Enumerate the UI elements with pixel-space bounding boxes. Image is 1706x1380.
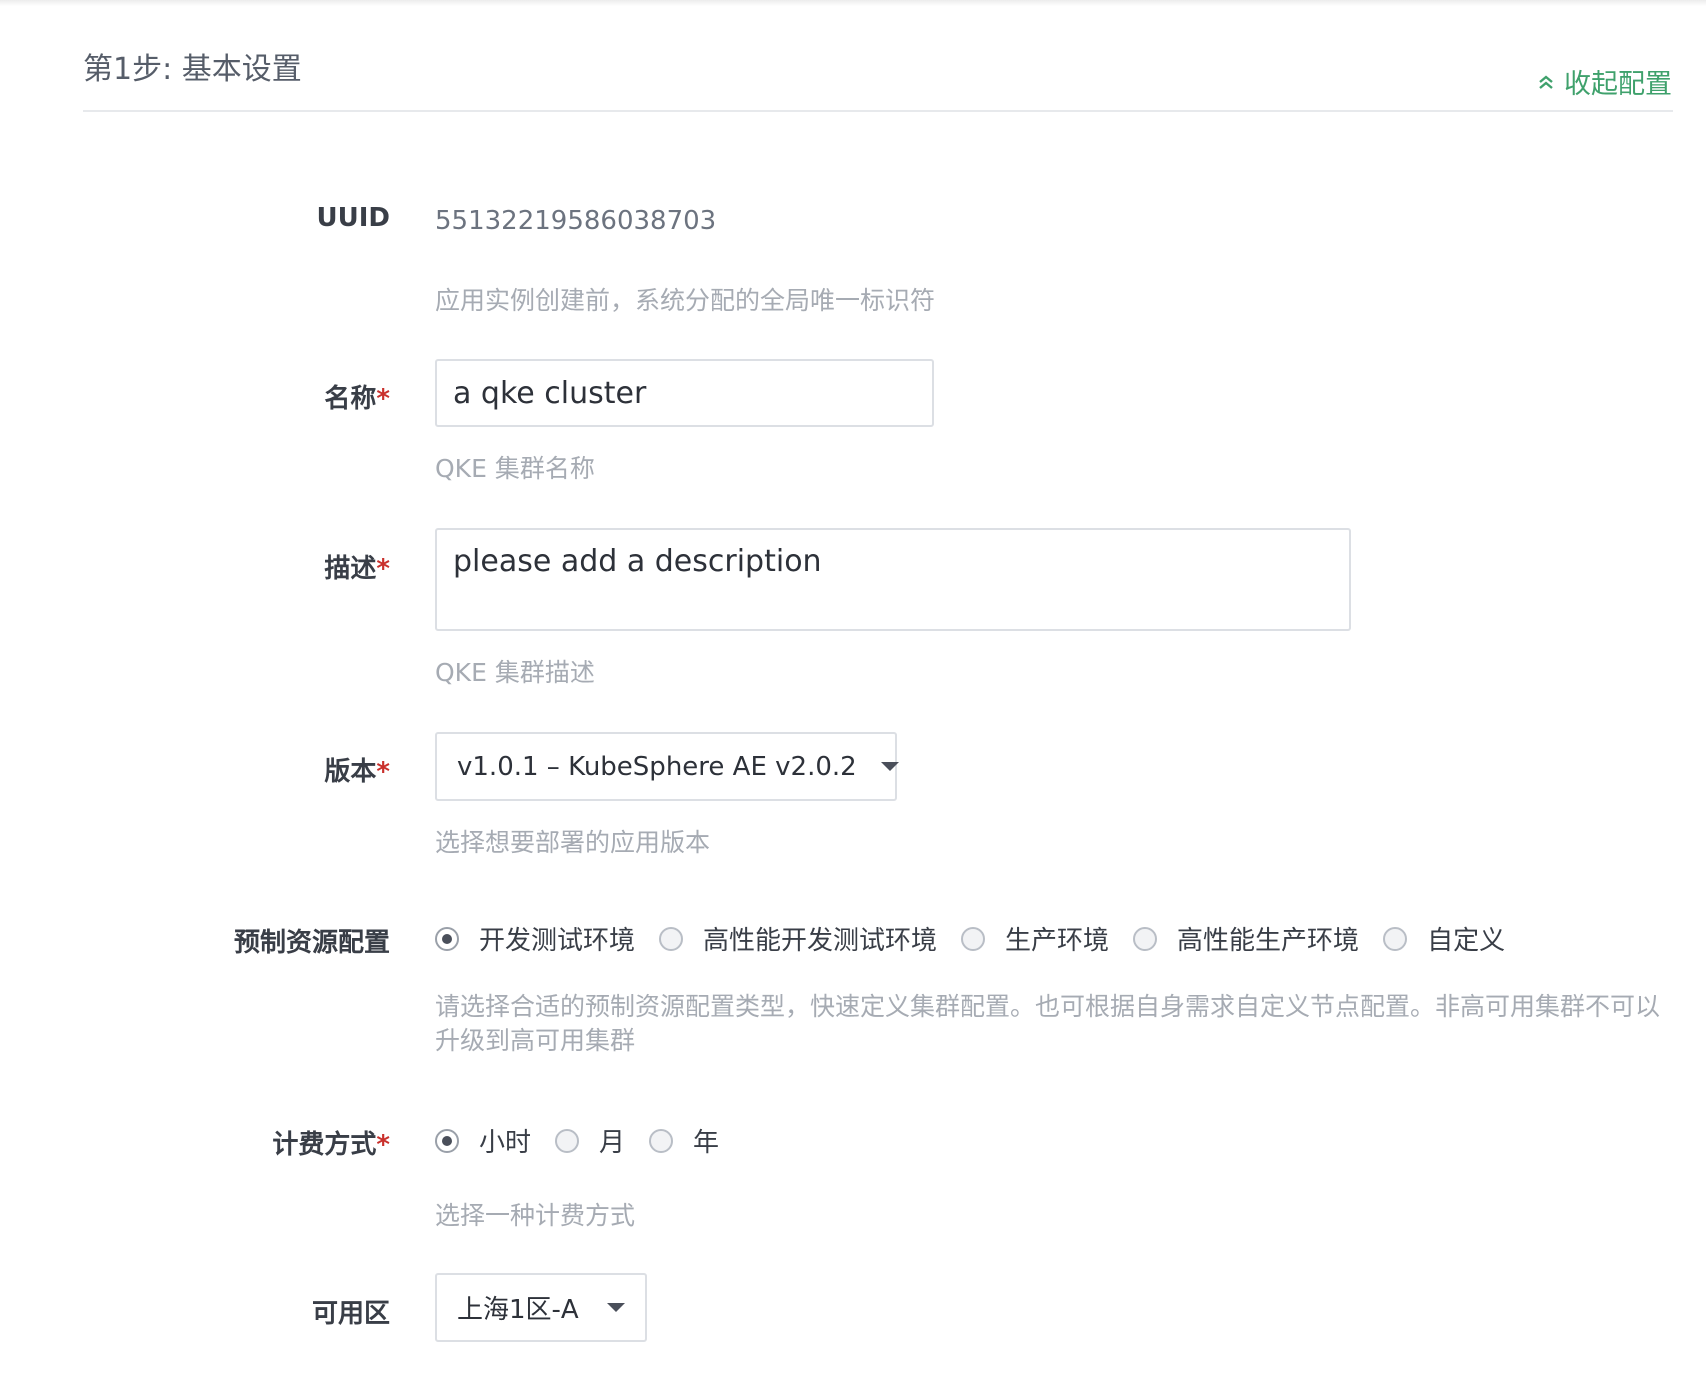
description-label: 描述* (324, 548, 390, 585)
billing-option-2[interactable]: 年 (649, 1122, 719, 1159)
radio-label: 年 (693, 1128, 720, 1158)
name-help: QKE 集群名称 (435, 454, 595, 483)
radio-button[interactable] (435, 1128, 459, 1153)
preset-help: 请选择合适的预制资源配置类型，快速定义集群配置。也可根据自身需求自定义节点配置。… (435, 992, 1661, 1055)
radio-label: 月 (599, 1128, 626, 1158)
version-selected-value: v1.0.1 – KubeSphere AE v2.0.2 (457, 751, 857, 782)
billing-label: 计费方式* (272, 1124, 390, 1161)
radio-label: 小时 (479, 1128, 532, 1158)
version-label: 版本* (324, 751, 390, 788)
double-chevron-up-icon (1538, 74, 1554, 90)
preset-radio-group: 开发测试环境 高性能开发测试环境 生产环境 高性能生产环境 自定义 (435, 920, 1529, 957)
radio-button[interactable] (659, 926, 684, 951)
radio-label: 生产环境 (1005, 926, 1110, 956)
radio-label: 高性能生产环境 (1177, 926, 1360, 956)
name-label: 名称* (324, 378, 390, 415)
radio-button[interactable] (555, 1128, 580, 1153)
uuid-value: 55132219586038703 (435, 206, 717, 236)
name-input[interactable] (435, 359, 934, 427)
description-textarea[interactable]: please add a description (435, 528, 1351, 631)
preset-label: 预制资源配置 (233, 928, 390, 958)
version-select[interactable]: v1.0.1 – KubeSphere AE v2.0.2 (435, 732, 899, 801)
radio-button[interactable] (961, 926, 986, 951)
preset-option-0[interactable]: 开发测试环境 (435, 920, 635, 957)
version-help: 选择想要部署的应用版本 (435, 828, 711, 857)
radio-button[interactable] (649, 1128, 674, 1153)
preset-option-3[interactable]: 高性能生产环境 (1133, 920, 1359, 957)
billing-option-0[interactable]: 小时 (435, 1122, 531, 1159)
zone-selected-value: 上海1区-A (457, 1295, 579, 1325)
radio-label: 自定义 (1427, 926, 1506, 956)
radio-button[interactable] (1383, 926, 1408, 951)
billing-help: 选择一种计费方式 (435, 1201, 636, 1230)
step-title: 第1步: 基本设置 (83, 52, 302, 87)
required-mark: * (376, 1130, 390, 1160)
radio-button[interactable] (435, 926, 459, 951)
description-label-text: 描述 (324, 554, 377, 584)
caret-down-icon (607, 1303, 625, 1312)
basic-settings-page: 第1步: 基本设置 收起配置 UUID 55132219586038703 应用… (0, 0, 1706, 1380)
billing-label-text: 计费方式 (272, 1130, 377, 1160)
required-mark: * (376, 384, 390, 414)
required-mark: * (376, 554, 390, 584)
preset-option-4[interactable]: 自定义 (1383, 920, 1505, 957)
uuid-label: UUID (316, 203, 390, 233)
version-label-text: 版本 (324, 757, 377, 787)
billing-option-1[interactable]: 月 (555, 1122, 625, 1159)
top-shadow (0, 0, 1706, 6)
caret-down-icon (880, 762, 899, 771)
zone-select[interactable]: 上海1区-A (435, 1273, 647, 1342)
preset-option-2[interactable]: 生产环境 (961, 920, 1109, 957)
description-help: QKE 集群描述 (435, 658, 595, 687)
collapse-config-link[interactable]: 收起配置 (1538, 62, 1672, 101)
required-mark: * (376, 757, 390, 787)
radio-button[interactable] (1133, 926, 1158, 951)
radio-label: 开发测试环境 (479, 926, 636, 956)
zone-label: 可用区 (311, 1299, 390, 1329)
radio-label: 高性能开发测试环境 (703, 926, 938, 956)
uuid-help: 应用实例创建前，系统分配的全局唯一标识符 (435, 286, 936, 315)
name-label-text: 名称 (324, 384, 377, 414)
collapse-config-label: 收起配置 (1564, 69, 1672, 100)
preset-option-1[interactable]: 高性能开发测试环境 (659, 920, 937, 957)
title-divider (83, 110, 1673, 112)
billing-radio-group: 小时 月 年 (435, 1122, 743, 1159)
